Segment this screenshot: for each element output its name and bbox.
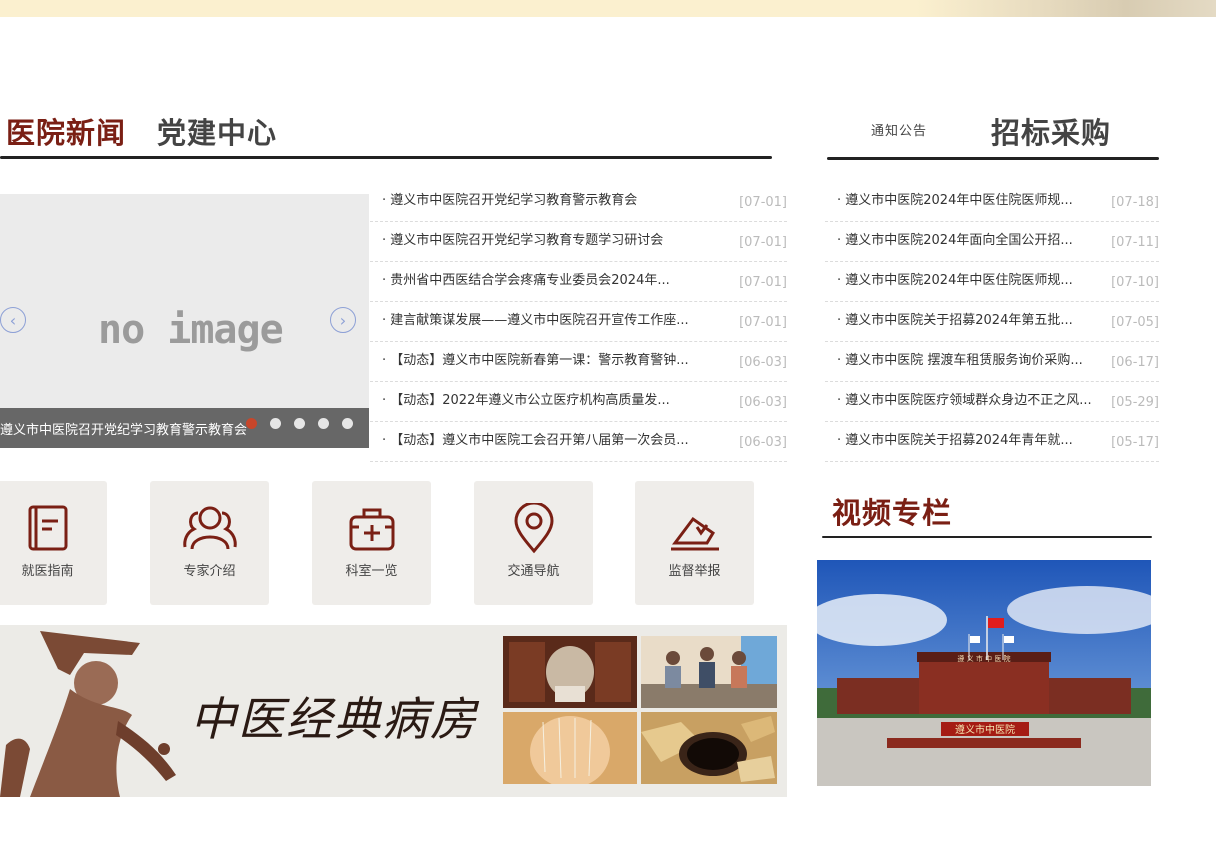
chevron-right-icon: › [339,310,347,330]
news-date: [07-01] [739,235,787,250]
tab-party-building[interactable]: 党建中心 [157,110,277,152]
tab-bidding-procurement[interactable]: 招标采购 [991,110,1111,152]
list-item[interactable]: 遵义市中医院2024年面向全国公开招... [07-11] [825,222,1159,262]
news-title[interactable]: 【动态】遵义市中医院新春第一课：警示教育警钟... [382,342,688,380]
tab-hospital-news[interactable]: 医院新闻 [6,110,126,152]
news-date: [06-03] [739,435,787,450]
list-item[interactable]: 建言献策谋发展——遵义市中医院召开宣传工作座... [07-01] [370,302,787,342]
header-strip [0,0,1216,17]
service-tile-experts[interactable]: 专家介绍 [150,481,269,605]
notice-title[interactable]: 遵义市中医院2024年中医住院医师规... [837,262,1072,300]
hospital-news-list: 遵义市中医院召开党纪学习教育警示教育会 [07-01] 遵义市中医院召开党纪学习教… [370,182,787,462]
notice-title[interactable]: 遵义市中医院关于招募2024年第五批... [837,302,1072,340]
notice-title[interactable]: 遵义市中医院医疗领域群众身边不正之风... [837,382,1091,420]
notice-title[interactable]: 遵义市中医院2024年面向全国公开招... [837,222,1072,260]
news-title[interactable]: 建言献策谋发展——遵义市中医院召开宣传工作座... [382,302,688,340]
slider-dot[interactable] [318,418,329,429]
tab-notices[interactable]: 通知公告 [871,120,927,139]
notice-date: [07-05] [1111,315,1159,330]
list-item[interactable]: 贵州省中西医结合学会疼痛专业委员会2024年... [07-01] [370,262,787,302]
news-date: [07-01] [739,195,787,210]
notice-title[interactable]: 遵义市中医院 摆渡车租赁服务询价采购... [837,342,1083,380]
patients-photo [641,636,777,708]
classic-ward-banner[interactable]: 中医经典病房 [0,625,787,797]
service-label: 专家介绍 [183,564,236,579]
slider-prev-button[interactable]: ‹ [0,307,26,333]
list-item[interactable]: 遵义市中医院医疗领域群众身边不正之风... [05-29] [825,382,1159,422]
book-icon [28,505,67,551]
service-tile-guide[interactable]: 就医指南 [0,481,107,605]
slider-placeholder-image: no image [98,307,284,353]
news-title[interactable]: 【动态】遵义市中医院工会召开第八届第一次会员... [382,422,688,460]
report-icon [670,516,719,551]
slider-next-button[interactable]: › [330,307,356,333]
news-heading-divider [0,156,772,159]
service-tile-departments[interactable]: 科室一览 [312,481,431,605]
news-title[interactable]: 遵义市中医院召开党纪学习教育警示教育会 [382,182,637,220]
notice-heading-divider [827,157,1159,160]
list-item[interactable]: 【动态】2022年遵义市公立医疗机构高质量发... [06-03] [370,382,787,422]
news-date: [07-01] [739,315,787,330]
building-sign: 遵义市中医院 [955,723,1015,736]
news-date: [07-01] [739,275,787,290]
notice-title[interactable]: 遵义市中医院关于招募2024年青年就... [837,422,1072,460]
slider-dot[interactable] [294,418,305,429]
video-heading-divider [822,536,1152,538]
slider-dot[interactable] [270,418,281,429]
notice-title[interactable]: 遵义市中医院2024年中医住院医师规... [837,182,1072,220]
notice-date: [05-17] [1111,435,1159,450]
chevron-left-icon: ‹ [9,310,17,330]
service-label: 交通导航 [507,564,560,579]
news-title[interactable]: 【动态】2022年遵义市公立医疗机构高质量发... [382,382,669,420]
notice-date: [06-17] [1111,355,1159,370]
list-item[interactable]: 【动态】遵义市中医院新春第一课：警示教育警钟... [06-03] [370,342,787,382]
tcm-scholar-illustration [0,631,176,797]
news-title[interactable]: 遵义市中医院召开党纪学习教育专题学习研讨会 [382,222,663,260]
slider-dot[interactable] [342,418,353,429]
service-tile-report[interactable]: 监督举报 [635,481,754,605]
list-item[interactable]: 遵义市中医院关于招募2024年第五批... [07-05] [825,302,1159,342]
slider-dot[interactable] [246,418,257,429]
slider-caption[interactable]: 遵义市中医院召开党纪学习教育警示教育会 [0,419,247,438]
bidding-list: 遵义市中医院2024年中医住院医师规... [07-18] 遵义市中医院2024年… [825,182,1159,462]
list-item[interactable]: 遵义市中医院召开党纪学习教育警示教育会 [07-01] [370,182,787,222]
list-item[interactable]: 遵义市中医院2024年中医住院医师规... [07-10] [825,262,1159,302]
list-item[interactable]: 遵义市中医院 摆渡车租赁服务询价采购... [06-17] [825,342,1159,382]
service-tile-navigation[interactable]: 交通导航 [474,481,593,605]
banner-calligraphy: 中医经典病房 [190,692,478,746]
video-thumbnail[interactable]: 遵 义 市 中 医 院 遵义市中医院 [817,560,1151,786]
notice-date: [05-29] [1111,395,1159,410]
notice-date: [07-18] [1111,195,1159,210]
notice-date: [07-10] [1111,275,1159,290]
list-item[interactable]: 【动态】遵义市中医院工会召开第八届第一次会员... [06-03] [370,422,787,462]
acupuncture-photo [503,712,637,784]
service-label: 就医指南 [21,564,74,579]
ward-interior-photo [503,636,637,708]
list-item[interactable]: 遵义市中医院召开党纪学习教育专题学习研讨会 [07-01] [370,222,787,262]
doctors-icon [182,506,237,550]
news-date: [06-03] [739,395,787,410]
location-pin-icon [513,503,554,554]
hospital-building-image: 遵 义 市 中 医 院 遵义市中医院 [817,560,1151,786]
notice-date: [07-11] [1111,235,1159,250]
list-item[interactable]: 遵义市中医院2024年中医住院医师规... [07-18] [825,182,1159,222]
header-mountain-decoration [916,0,1216,17]
medkit-icon [349,508,394,551]
service-label: 监督举报 [668,564,721,579]
news-date: [06-03] [739,355,787,370]
service-label: 科室一览 [345,564,398,579]
news-title[interactable]: 贵州省中西医结合学会疼痛专业委员会2024年... [382,262,669,300]
herbal-medicine-photo [641,712,777,784]
video-section-title: 视频专栏 [832,496,953,530]
list-item[interactable]: 遵义市中医院关于招募2024年青年就... [05-17] [825,422,1159,462]
